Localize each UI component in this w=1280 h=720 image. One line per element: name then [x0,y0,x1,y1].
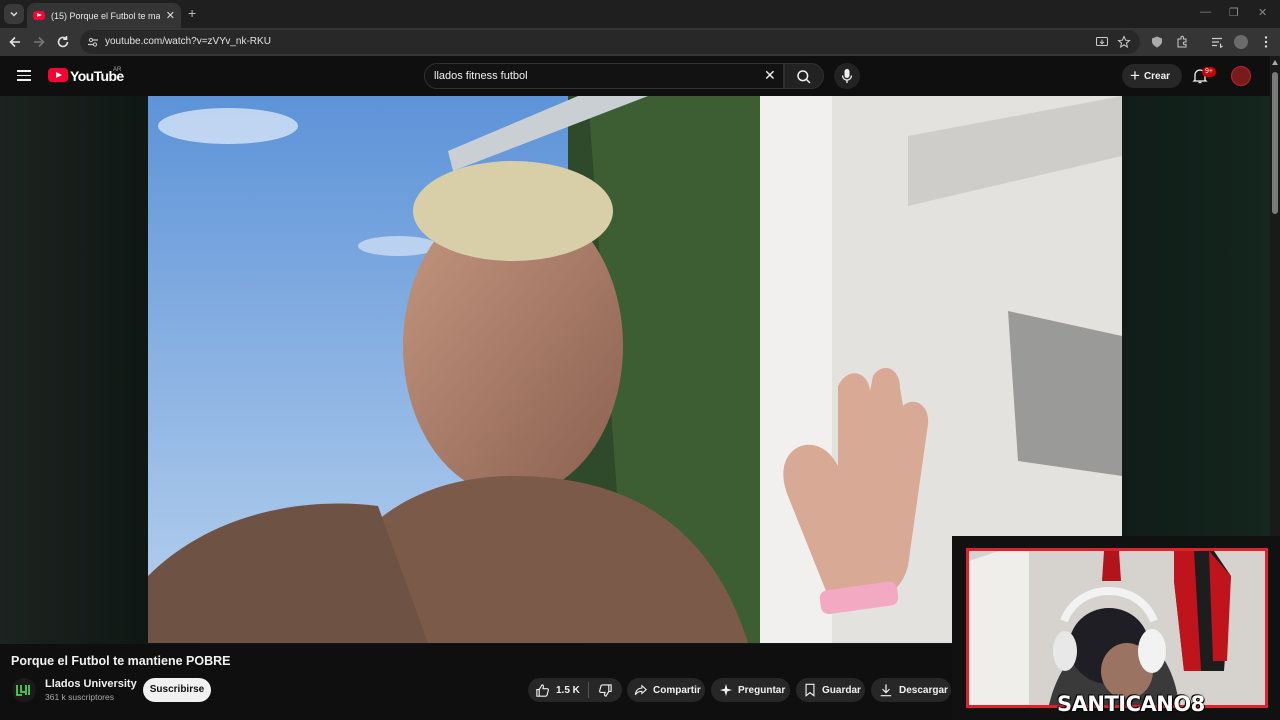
create-label: Crear [1143,70,1171,82]
hamburger-menu-icon[interactable] [17,70,31,81]
thumbs-down-icon [599,683,612,697]
browser-tab-bar: (15) Porque el Futbol te mantiene POBRE … [0,0,1280,28]
search-button[interactable] [784,63,824,89]
user-avatar[interactable] [1231,66,1251,86]
like-button[interactable]: 1.5 K [528,683,588,698]
notification-count-badge: 9+ [1202,67,1216,77]
save-label: Guardar [822,684,861,696]
bookmark-icon [805,683,815,697]
chevron-down-icon [10,11,18,17]
forward-arrow-icon[interactable] [31,34,47,50]
microphone-icon [841,69,853,83]
new-tab-plus-icon[interactable]: + [188,5,196,21]
like-count: 1.5 K [556,684,580,696]
restore-icon[interactable]: ❐ [1229,6,1239,19]
thumbs-up-icon [536,683,549,697]
search-box[interactable] [424,63,784,89]
close-window-icon[interactable]: ✕ [1258,6,1267,19]
video-title: Porque el Futbol te mantiene POBRE [11,654,231,668]
ask-button[interactable]: Preguntar [711,678,790,702]
address-bar[interactable]: youtube.com/watch?v=zVYv_nk-RKU [80,30,1140,54]
tab-title: (15) Porque el Futbol te mantiene POBRE [51,10,160,21]
share-label: Compartir [653,684,701,696]
youtube-header: YouTube AR ✕ + Crear 9+ [0,56,1270,96]
scroll-up-arrow-icon[interactable] [1272,60,1278,65]
profile-avatar-icon[interactable] [1234,35,1248,49]
extension-shield-icon[interactable] [1150,35,1164,49]
download-label: Descargar [899,684,948,696]
browser-menu-icon[interactable] [1259,35,1273,49]
site-info-icon[interactable] [87,36,99,48]
create-button[interactable]: + Crear [1122,64,1182,88]
youtube-favicon-icon [33,11,45,20]
ask-label: Preguntar [738,684,786,696]
like-dislike-group: 1.5 K [528,678,622,702]
channel-logo-icon [16,684,32,696]
tab-close-icon[interactable]: ✕ [166,9,175,22]
webcam-feed [966,548,1268,708]
install-app-icon[interactable] [1095,35,1109,49]
browser-tab[interactable]: (15) Porque el Futbol te mantiene POBRE … [27,3,181,28]
url-text: youtube.com/watch?v=zVYv_nk-RKU [105,36,271,47]
tab-search-button[interactable] [4,4,24,24]
channel-name[interactable]: Llados University [45,678,137,690]
scrollbar-thumb[interactable] [1272,72,1278,214]
channel-avatar[interactable] [12,678,36,702]
subscribe-button[interactable]: Suscribirse [143,678,211,702]
sparkle-icon [719,683,733,697]
plus-icon: + [1130,66,1140,85]
share-arrow-icon [634,684,648,696]
search-icon [797,70,811,84]
voice-search-button[interactable] [834,63,860,89]
dislike-button[interactable] [589,683,622,698]
save-button[interactable]: Guardar [796,678,865,702]
bookmark-star-icon[interactable] [1117,35,1131,49]
share-button[interactable]: Compartir [627,678,705,702]
download-icon [880,684,892,697]
search-input[interactable] [434,70,754,82]
webcam-image [969,551,1265,705]
reading-list-icon[interactable] [1210,35,1224,49]
youtube-logo-icon[interactable] [48,68,68,82]
subscriber-count: 361 k suscriptores [45,692,114,702]
minimize-icon[interactable]: — [1200,6,1211,18]
back-arrow-icon[interactable] [7,34,23,50]
streamer-name: SANTICANO8 [1057,692,1205,716]
clear-search-icon[interactable]: ✕ [764,68,776,82]
download-button[interactable]: Descargar [871,678,951,702]
region-code: AR [113,67,122,73]
extensions-puzzle-icon[interactable] [1175,35,1189,49]
browser-toolbar: youtube.com/watch?v=zVYv_nk-RKU [0,28,1280,56]
reload-icon[interactable] [55,34,71,50]
